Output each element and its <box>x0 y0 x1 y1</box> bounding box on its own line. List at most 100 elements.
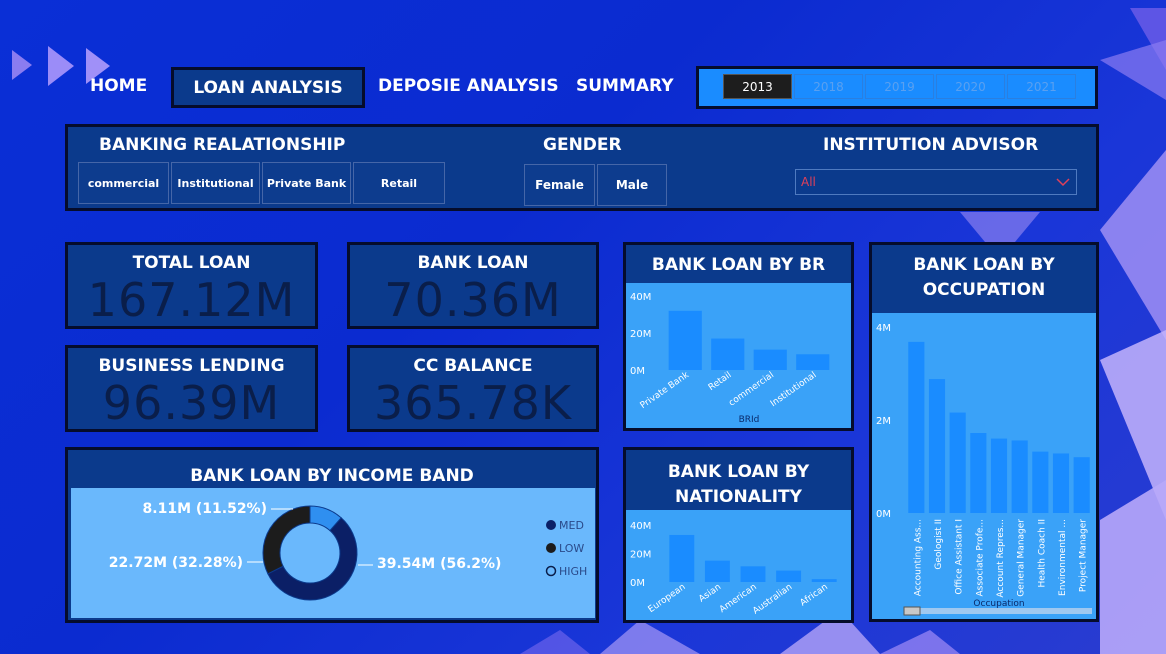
filter-panel: BANKING REALATIONSHIP commercial Institu… <box>65 124 1099 211</box>
chart-occ-xtick: Project Manager <box>1079 519 1089 592</box>
chart-income-title: BANK LOAN BY INCOME BAND <box>190 466 474 486</box>
donut-hole <box>281 524 339 582</box>
legend-label-low: LOW <box>559 542 584 555</box>
chart-occ-bar[interactable] <box>970 433 987 513</box>
chart-occ-bar[interactable] <box>1032 451 1049 513</box>
chart-nat-bar[interactable] <box>811 579 837 582</box>
chart-br-bar[interactable] <box>753 349 787 370</box>
chart-occ-bar[interactable] <box>990 438 1008 513</box>
chart-nat-ytick: 20M <box>630 550 651 561</box>
kpi-bank-loan-value: 70.36M <box>384 273 562 327</box>
donut-label-high: 8.11M (11.52%) <box>143 501 267 517</box>
gender-title: GENDER <box>543 135 622 155</box>
chart-nat-xtick: Asian <box>697 582 723 604</box>
chart-occ-scrollbar-thumb[interactable] <box>903 606 921 616</box>
year-2020-button[interactable]: 2020 <box>936 74 1005 99</box>
institution-advisor-dropdown[interactable]: All <box>795 169 1077 195</box>
nav-deposit-analysis[interactable]: DEPOSIE ANALYSIS <box>378 76 559 96</box>
nav-summary[interactable]: SUMMARY <box>576 76 674 96</box>
nav-loan-analysis-label: LOAN ANALYSIS <box>193 77 343 98</box>
year-2021-button[interactable]: 2021 <box>1007 74 1076 99</box>
donut-label-med: 39.54M (56.2%) <box>377 556 501 572</box>
institution-advisor-title: INSTITUTION ADVISOR <box>823 135 1039 155</box>
chart-nat-ytick: 0M <box>630 578 645 589</box>
chart-nationality-title: BANK LOAN BY NATIONALITY <box>667 462 810 507</box>
legend-marker-med <box>546 520 556 530</box>
chart-br-ytick: 20M <box>630 329 651 340</box>
chart-income-plot: 39.54M (56.2%) 22.72M (32.28%) 8.11M (11.5… <box>71 488 595 618</box>
chart-nat-bar[interactable] <box>704 560 730 582</box>
chart-bank-loan-by-nationality: BANK LOAN BY NATIONALITY 0M 20M 40M Europea… <box>623 447 854 623</box>
chart-br-title: BANK LOAN BY BR <box>651 255 826 275</box>
chart-br-bar[interactable] <box>711 338 745 370</box>
kpi-business-lending: BUSINESS LENDING 96.39M <box>65 345 318 432</box>
legend-label-high: HIGH <box>559 565 587 578</box>
chart-occ-xtick: Health Coach II <box>1037 519 1047 588</box>
gender-option-male[interactable]: Male <box>597 164 667 206</box>
banking-relationship-title: BANKING REALATIONSHIP <box>99 135 346 155</box>
kpi-bank-loan: BANK LOAN 70.36M <box>347 242 599 329</box>
banking-option-retail[interactable]: Retail <box>353 162 445 204</box>
year-2013-button[interactable]: 2013 <box>723 74 792 99</box>
year-2018-button[interactable]: 2018 <box>794 74 863 99</box>
chart-occ-bar[interactable] <box>928 379 946 513</box>
chart-occ-xtick: Accounting Ass... <box>913 519 923 596</box>
chart-br-xlabel: BRId <box>739 415 760 425</box>
chart-occ-xtick: Associate Profe... <box>975 519 985 597</box>
chart-bank-loan-by-occupation: BANK LOAN BY OCCUPATION 0M 2M 4M Accounting… <box>869 242 1099 622</box>
chevron-down-icon <box>1056 178 1070 187</box>
chart-occ-xtick: Geologist II <box>934 519 944 570</box>
kpi-business-lending-value: 96.39M <box>102 376 281 430</box>
chart-nat-bar[interactable] <box>740 566 766 582</box>
nav-home[interactable]: HOME <box>90 76 147 96</box>
legend-marker-low <box>546 543 556 553</box>
kpi-cc-balance: CC BALANCE 365.78K <box>347 345 599 432</box>
chart-br-bar[interactable] <box>668 310 702 370</box>
chart-occ-ytick: 4M <box>876 323 891 334</box>
banking-option-private-bank[interactable]: Private Bank <box>262 162 351 204</box>
chart-occ-xlabel: Occupation <box>973 599 1024 609</box>
chart-bank-loan-by-br: BANK LOAN BY BR 0M 20M 40M Private Bank Reta… <box>623 242 854 431</box>
kpi-business-lending-label: BUSINESS LENDING <box>98 356 285 376</box>
chart-nat-bar[interactable] <box>669 534 695 582</box>
chart-occ-bar[interactable] <box>1073 457 1090 513</box>
banking-option-commercial[interactable]: commercial <box>78 162 169 204</box>
chart-occ-xtick: Account Repres... <box>996 519 1006 598</box>
chart-occ-bar[interactable] <box>949 412 966 513</box>
kpi-cc-balance-value: 365.78K <box>373 376 573 430</box>
chart-nat-bar[interactable] <box>776 570 802 582</box>
chart-br-plot: 0M 20M 40M Private Bank RetailcommercialInst… <box>626 283 851 428</box>
year-2019-button[interactable]: 2019 <box>865 74 934 99</box>
institution-advisor-value: All <box>801 175 816 189</box>
legend-marker-high <box>545 565 557 577</box>
chart-br-bar[interactable] <box>796 354 830 370</box>
donut-label-low: 22.72M (32.28%) <box>109 555 243 571</box>
chart-occ-bar[interactable] <box>1052 453 1070 513</box>
chart-occ-bar[interactable] <box>1011 440 1028 513</box>
kpi-total-loan-label: TOTAL LOAN <box>132 253 251 273</box>
banking-option-institutional[interactable]: Institutional <box>171 162 260 204</box>
nav-loan-analysis[interactable]: LOAN ANALYSIS <box>171 67 365 108</box>
chart-br-xtick: Private Bank <box>639 370 692 411</box>
chart-nat-xtick: European <box>647 582 688 615</box>
chart-br-xtick: Institutional <box>769 370 819 409</box>
chart-occ-xtick: Office Assistant I <box>955 519 965 595</box>
chart-nat-xtick: African <box>798 582 829 608</box>
gender-option-female[interactable]: Female <box>524 164 595 206</box>
year-slicer: 2013 2018 2019 2020 2021 <box>696 66 1098 109</box>
chart-occ-bar[interactable] <box>908 341 925 513</box>
legend-label-med: MED <box>559 519 584 532</box>
kpi-cc-balance-label: CC BALANCE <box>413 356 533 376</box>
chart-occupation-title: BANK LOAN BY OCCUPATION <box>913 255 1055 300</box>
chart-nat-ytick: 40M <box>630 521 651 532</box>
chart-br-ytick: 40M <box>630 292 651 303</box>
chart-br-xtick: commercial <box>727 370 776 408</box>
chart-occ-xtick: General Manager <box>1017 519 1027 597</box>
chart-bank-loan-by-income-band: BANK LOAN BY INCOME BAND 39.54M (56.2%) 2… <box>65 447 599 623</box>
kpi-total-loan: TOTAL LOAN 167.12M <box>65 242 318 329</box>
chart-occ-scrollbar-track[interactable] <box>904 608 1092 614</box>
chart-occupation-plot: 0M 2M 4M Accounting Ass... Geologist II Offic… <box>872 313 1096 619</box>
chart-occ-ytick: 0M <box>876 509 891 520</box>
chart-br-ytick: 0M <box>630 366 645 377</box>
chart-occ-xtick: Environmental ... <box>1058 519 1068 596</box>
